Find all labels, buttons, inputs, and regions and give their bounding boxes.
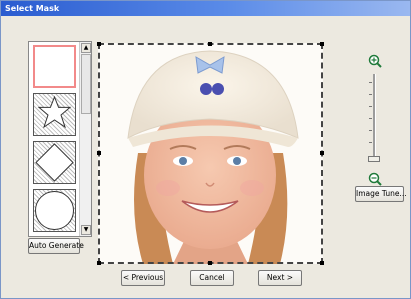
scroll-down-arrow-icon[interactable]: ▼ xyxy=(81,225,91,235)
auto-generate-button[interactable]: Auto Generate xyxy=(28,238,84,254)
mask-item-circle[interactable] xyxy=(33,189,76,232)
mask-list[interactable]: ▲ ▼ xyxy=(28,41,92,237)
cancel-button[interactable]: Cancel xyxy=(190,270,234,286)
previous-button[interactable]: < Previous xyxy=(121,270,165,286)
scroll-up-arrow-icon[interactable]: ▲ xyxy=(81,43,91,53)
resize-handle-top-left[interactable] xyxy=(97,42,101,46)
mask-item-rectangle[interactable] xyxy=(33,45,76,88)
resize-handle-top[interactable] xyxy=(208,42,212,46)
image-tune-button[interactable]: Image Tune... xyxy=(355,186,407,202)
mask-list-scrollbar[interactable]: ▲ ▼ xyxy=(79,42,91,236)
zoom-tick xyxy=(369,142,372,143)
resize-handle-bottom-right[interactable] xyxy=(320,261,324,265)
scroll-thumb[interactable] xyxy=(81,54,91,114)
resize-handle-bottom-left[interactable] xyxy=(97,261,101,265)
zoom-tick xyxy=(369,118,372,119)
mask-outline[interactable] xyxy=(98,43,323,264)
zoom-out-icon[interactable] xyxy=(368,172,382,186)
zoom-in-icon[interactable] xyxy=(368,54,382,68)
select-mask-dialog: Select Mask ▲ ▼ Auto Generate Image Tune… xyxy=(0,0,411,299)
zoom-tick xyxy=(369,106,372,107)
resize-handle-top-right[interactable] xyxy=(320,42,324,46)
resize-handle-left[interactable] xyxy=(97,151,101,155)
resize-handle-right[interactable] xyxy=(320,151,324,155)
resize-handle-bottom[interactable] xyxy=(208,261,212,265)
zoom-slider[interactable] xyxy=(373,74,376,162)
mask-item-diamond[interactable] xyxy=(33,141,76,184)
window-title: Select Mask xyxy=(1,1,410,16)
zoom-tick xyxy=(369,130,372,131)
zoom-slider-thumb[interactable] xyxy=(368,156,380,162)
dialog-body: ▲ ▼ Auto Generate Image Tune... < Previo… xyxy=(1,16,410,298)
zoom-tick xyxy=(369,94,372,95)
next-button[interactable]: Next > xyxy=(258,270,302,286)
zoom-tick xyxy=(369,82,372,83)
mask-item-star[interactable] xyxy=(33,93,76,136)
image-preview[interactable] xyxy=(97,42,324,265)
